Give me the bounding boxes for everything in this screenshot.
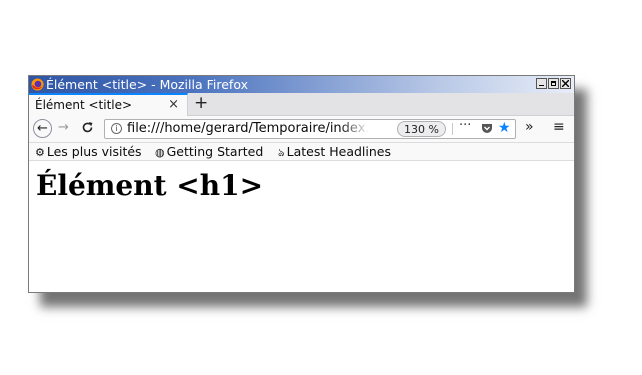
tab-active[interactable]: Élément <title> × <box>29 93 188 116</box>
bookmarks-toolbar: ⚙ Les plus visités ◍ Getting Started ঌ Late… <box>29 143 574 161</box>
gear-icon: ⚙ <box>35 146 45 159</box>
firefox-logo-icon <box>31 78 44 91</box>
bookmark-label: Latest Headlines <box>286 144 391 159</box>
pocket-icon[interactable] <box>481 123 493 138</box>
navigation-toolbar: ← → i file:///home/gerard/Temporaire/ind… <box>29 116 574 143</box>
page-heading: Élément <h1> <box>36 169 264 202</box>
url-separator <box>452 123 453 135</box>
tab-close-icon[interactable]: × <box>168 97 179 112</box>
bookmark-latest-headlines[interactable]: ঌ Latest Headlines <box>278 143 391 161</box>
new-tab-button[interactable]: + <box>194 93 208 114</box>
close-window-button[interactable] <box>560 78 571 89</box>
reload-icon <box>82 122 93 133</box>
minimize-button[interactable] <box>536 78 547 89</box>
back-button[interactable]: ← <box>33 119 52 138</box>
overflow-menu-icon[interactable]: » <box>525 119 534 135</box>
bookmark-label: Getting Started <box>166 144 264 159</box>
maximize-button[interactable] <box>548 78 559 89</box>
bookmark-getting-started[interactable]: ◍ Getting Started <box>155 143 263 161</box>
tab-title: Élément <title> <box>35 98 133 112</box>
window-title: Élément <title> - Mozilla Firefox <box>46 77 248 92</box>
forward-button[interactable]: → <box>58 120 69 135</box>
hamburger-menu-icon[interactable]: ≡ <box>553 119 565 135</box>
reload-button[interactable] <box>81 119 94 138</box>
bookmark-most-visited[interactable]: ⚙ Les plus visités <box>35 143 142 161</box>
rss-icon: ঌ <box>278 146 285 159</box>
page-actions-icon[interactable]: ··· <box>459 118 471 133</box>
browser-window: Élément <title> - Mozilla Firefox Élémen… <box>28 75 575 293</box>
close-icon <box>562 80 569 87</box>
zoom-level-button[interactable]: 130 % <box>397 121 446 137</box>
url-input[interactable]: file:///home/gerard/Temporaire/index.htm… <box>127 121 369 136</box>
tab-strip: Élément <title> × + <box>29 93 574 116</box>
info-icon[interactable]: i <box>111 123 122 134</box>
bookmark-star-icon[interactable]: ★ <box>498 120 511 136</box>
globe-icon: ◍ <box>155 146 165 159</box>
bookmark-label: Les plus visités <box>46 144 142 159</box>
url-bar[interactable]: i file:///home/gerard/Temporaire/index.h… <box>104 118 516 139</box>
title-bar: Élément <title> - Mozilla Firefox <box>29 76 574 93</box>
window-controls <box>536 78 571 89</box>
page-content: Élément <h1> <box>29 161 574 292</box>
